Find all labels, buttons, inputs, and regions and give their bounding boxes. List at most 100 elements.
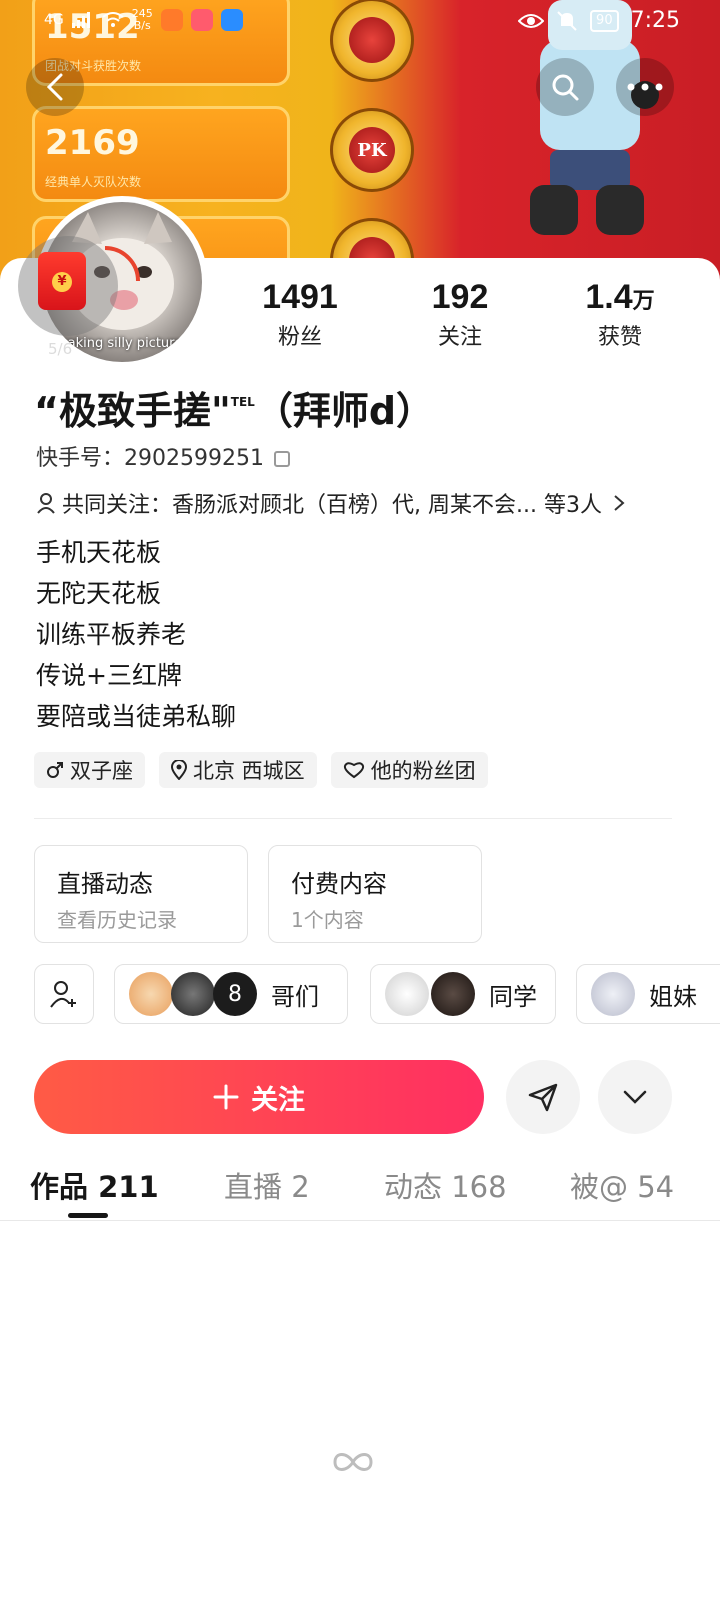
profile-nickname: “极致手搓"TEL（拜师d）	[34, 380, 434, 435]
card-subtitle: 查看历史记录	[57, 908, 177, 932]
medal-badge: PK	[330, 108, 414, 192]
stat-value: 1.4	[585, 278, 633, 316]
red-packet-seal-icon: ¥	[52, 272, 72, 292]
fan-club-heart-icon	[343, 762, 364, 779]
following-stat[interactable]: 192 关注	[380, 278, 540, 351]
network-speed-unit: B/s	[133, 19, 151, 32]
status-bar: 4G 245 B/s 90 7:25	[0, 0, 720, 50]
cover-stat-card: 2169 经典单人灭队次数	[32, 106, 290, 202]
friend-groups-row: 8 哥们 同学 姐妹	[34, 964, 720, 1024]
male-gender-icon	[47, 762, 63, 778]
copy-icon[interactable]	[274, 451, 290, 467]
add-friend-button[interactable]	[34, 964, 94, 1024]
more-button[interactable]	[616, 58, 674, 116]
ks-id-value: 2902599251	[124, 446, 264, 471]
send-icon	[528, 1083, 558, 1112]
likes-stat[interactable]: 1.4万 获赞	[540, 278, 700, 351]
eye-icon	[518, 13, 545, 28]
zodiac-tag[interactable]: 双子座	[34, 752, 145, 788]
network-speed: 245 B/s	[132, 8, 153, 32]
tab-mentioned[interactable]: 被@ 54	[570, 1164, 674, 1206]
content-tabs: 作品 211 直播 2 动态 168 被@ 54	[0, 1160, 720, 1222]
ks-id-row: 快手号：2902599251	[36, 440, 290, 472]
member-avatar	[591, 972, 635, 1016]
mutual-label: 共同关注：	[62, 493, 173, 518]
signal-icon	[71, 12, 90, 28]
bio-line: 传说+三红牌	[36, 661, 182, 690]
bell-muted-icon	[557, 10, 577, 31]
member-avatar: 8	[213, 972, 257, 1016]
profile-bio: 手机天花板 无陀天花板 训练平板养老 传说+三红牌 要陪或当徒弟私聊	[36, 532, 236, 737]
bio-line: 手机天花板	[36, 538, 162, 567]
bio-line: 训练平板养老	[36, 620, 187, 649]
red-packet-icon: ¥	[38, 252, 86, 310]
card-title: 付费内容	[291, 870, 387, 898]
group-chip-sisters[interactable]: 姐妹	[576, 964, 720, 1024]
chevron-right-icon	[614, 495, 625, 511]
tabs-divider	[0, 1220, 720, 1221]
send-message-button[interactable]	[506, 1060, 580, 1134]
loading-infinity-icon	[333, 1453, 373, 1471]
tab-moments[interactable]: 动态 168	[384, 1164, 507, 1206]
stat-label: 获赞	[597, 325, 642, 350]
active-tab-indicator	[68, 1213, 108, 1218]
group-name: 同学	[489, 982, 537, 1011]
bio-line: 要陪或当徒弟私聊	[36, 702, 237, 731]
tab-live[interactable]: 直播 2	[224, 1164, 310, 1206]
member-avatar	[129, 972, 173, 1016]
stat-value: 1491	[262, 278, 338, 316]
chevron-left-icon	[46, 73, 63, 101]
stat-unit: 万	[632, 288, 655, 313]
mutual-text: 香肠派对顾北（百榜）代, 周某不会... 等3人	[172, 493, 602, 518]
paid-content-card[interactable]: 付费内容 1个内容	[268, 845, 482, 943]
follow-button-label: 关注	[251, 1084, 305, 1116]
stat-label: 粉丝	[277, 325, 322, 350]
group-chip-buddies[interactable]: 8 哥们	[114, 964, 348, 1024]
tab-works[interactable]: 作品 211	[30, 1164, 159, 1206]
tag-label: 双子座	[70, 759, 133, 783]
nickname-sup: TEL	[230, 395, 255, 409]
medal-badge-emblem: PK	[349, 127, 395, 173]
fan-club-tag[interactable]: 他的粉丝团	[330, 752, 488, 788]
app-notification-icon	[160, 9, 183, 31]
card-title: 直播动态	[57, 870, 153, 898]
tag-label: 北京 西城区	[193, 759, 305, 783]
more-horizontal-icon	[627, 83, 663, 91]
plus-icon	[213, 1084, 239, 1110]
cloud-notification-icon	[220, 9, 243, 31]
ks-id-label: 快手号：	[36, 446, 125, 471]
back-button[interactable]	[26, 58, 84, 116]
profile-tags: 双子座 北京 西城区 他的粉丝团	[34, 752, 488, 788]
cover-stat-caption: 经典单人灭队次数	[45, 175, 142, 189]
tag-label: 他的粉丝团	[370, 759, 476, 783]
follow-button[interactable]: 关注	[34, 1060, 484, 1134]
group-name: 哥们	[271, 982, 319, 1011]
section-divider	[34, 818, 672, 819]
member-avatar	[431, 972, 475, 1016]
stat-value: 192	[431, 278, 489, 316]
member-avatar	[385, 972, 429, 1016]
search-button[interactable]	[536, 58, 594, 116]
member-avatar	[171, 972, 215, 1016]
live-history-card[interactable]: 直播动态 查看历史记录	[34, 845, 248, 943]
expand-more-button[interactable]	[598, 1060, 672, 1134]
card-subtitle: 1个内容	[291, 908, 364, 932]
red-packet-count: 5/6	[48, 340, 73, 358]
add-person-icon	[50, 981, 76, 1008]
profile-stats: 1491 粉丝 192 关注 1.4万 获赞	[220, 278, 710, 351]
nickname-main: “极致手搓"	[34, 389, 231, 433]
nickname-suffix: （拜师d）	[254, 389, 435, 433]
followers-stat[interactable]: 1491 粉丝	[220, 278, 380, 351]
mutual-follows-row[interactable]: 共同关注： 香肠派对顾北（百榜）代, 周某不会... 等3人	[36, 487, 626, 519]
battery-level: 90	[590, 9, 619, 32]
cover-stat-value: 2169	[45, 123, 140, 163]
person-icon	[37, 493, 55, 514]
location-tag[interactable]: 北京 西城区	[159, 752, 317, 788]
wifi-icon	[102, 12, 124, 27]
chevron-down-icon	[623, 1090, 647, 1104]
stat-label: 关注	[437, 325, 482, 350]
mail-notification-icon	[190, 9, 213, 31]
group-name: 姐妹	[649, 982, 697, 1011]
group-chip-classmates[interactable]: 同学	[370, 964, 556, 1024]
location-pin-icon	[171, 760, 187, 780]
